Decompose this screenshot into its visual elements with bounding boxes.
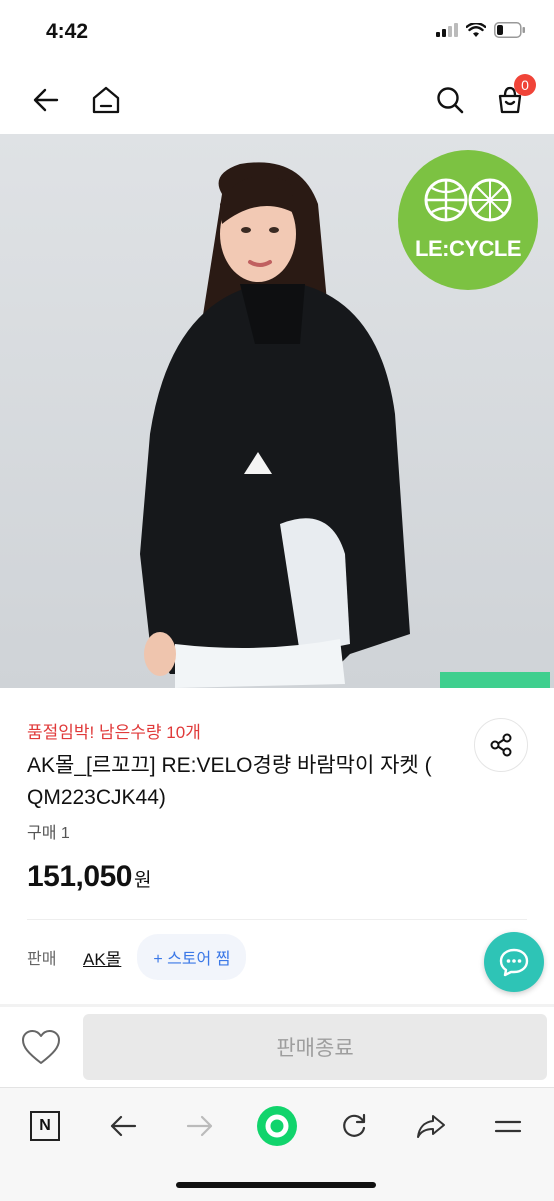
product-title: AK몰_[르꼬끄] RE:VELO경량 바람막이 자켓 ( QM223CJK44…	[27, 754, 432, 809]
back-button[interactable]	[26, 80, 66, 120]
price-currency: 원	[133, 870, 151, 891]
refresh-button[interactable]	[332, 1104, 376, 1148]
top-nav: 0	[0, 66, 554, 134]
browser-share-button[interactable]	[409, 1104, 453, 1148]
store-link[interactable]: AK몰	[83, 945, 121, 970]
share-button[interactable]	[474, 718, 528, 772]
home-icon	[92, 86, 120, 114]
price-value: 151,050	[27, 860, 132, 893]
chat-bubble-icon	[499, 948, 529, 977]
purchase-bar: 판매종료	[0, 1007, 554, 1087]
status-icons	[436, 22, 526, 38]
stock-alert: 품절임박! 남은수량 10개	[27, 723, 201, 742]
chat-button[interactable]	[484, 932, 544, 992]
battery-icon	[494, 22, 525, 38]
forward-share-icon	[417, 1115, 445, 1138]
sold-out-button[interactable]: 판매종료	[83, 1014, 547, 1080]
signal-icon	[436, 23, 458, 37]
seller-row: 판매 AK몰 + 스토어 찜	[27, 934, 247, 980]
cart-button[interactable]: 0	[490, 74, 536, 120]
search-button[interactable]	[430, 80, 470, 120]
share-icon	[490, 733, 512, 757]
product-image[interactable]: LE:CYCLE	[0, 134, 554, 688]
status-time: 4:42	[46, 20, 89, 43]
browser-forward-button[interactable]	[178, 1104, 222, 1148]
purchase-count: 구매 1	[27, 825, 70, 842]
status-bar: 4:42	[0, 0, 554, 66]
home-indicator	[176, 1182, 376, 1188]
search-icon	[437, 87, 464, 114]
heart-icon	[22, 1030, 60, 1064]
globe-wheel-icon	[424, 178, 512, 222]
green-dot-icon	[257, 1106, 297, 1146]
menu-button[interactable]	[486, 1104, 530, 1148]
green-dot-button[interactable]	[255, 1104, 299, 1148]
arrow-left-icon	[33, 88, 59, 112]
naver-logo-text: N	[39, 1117, 51, 1134]
lecycle-label: LE:CYCLE	[415, 236, 522, 261]
arrow-left-icon	[110, 1115, 137, 1137]
browser-back-button[interactable]	[101, 1104, 145, 1148]
follow-store-button[interactable]: + 스토어 찜	[137, 934, 247, 980]
arrow-right-icon	[186, 1115, 213, 1137]
lecycle-badge: LE:CYCLE	[398, 150, 538, 290]
wishlist-button[interactable]	[20, 1027, 62, 1069]
refresh-icon	[343, 1113, 366, 1137]
product-price: 151,050 원	[27, 860, 151, 894]
home-button[interactable]	[86, 80, 126, 120]
naver-home-button[interactable]: N	[23, 1104, 67, 1148]
divider	[27, 919, 527, 920]
naver-logo-icon: N	[30, 1111, 60, 1141]
hamburger-menu-icon	[494, 1120, 522, 1133]
cart-count-badge: 0	[514, 74, 536, 96]
wifi-icon	[466, 22, 486, 37]
seller-label: 판매	[27, 951, 57, 968]
